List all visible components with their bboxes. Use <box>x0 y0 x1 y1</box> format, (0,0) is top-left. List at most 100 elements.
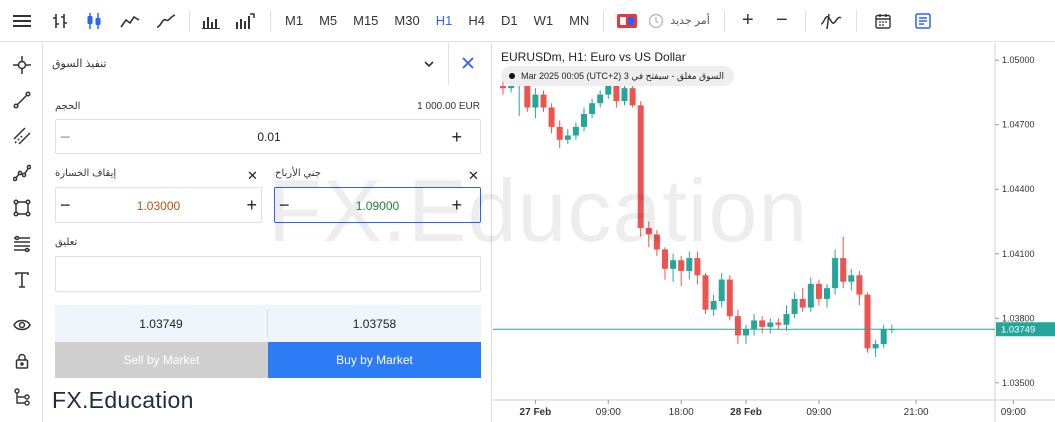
candle-body <box>629 88 636 106</box>
candle-body <box>799 298 806 308</box>
market-status-badge: السوق مغلق - سيفتح في 3 Mar 2025 00:05 (… <box>501 66 735 86</box>
hamburger-icon <box>12 14 31 27</box>
wave-line-icon <box>156 13 176 28</box>
candle-body <box>775 322 782 325</box>
candle-body <box>759 320 766 327</box>
candle-body <box>848 275 855 282</box>
candle-body <box>832 258 839 289</box>
volume-input[interactable]: 0.01 <box>206 130 332 144</box>
trend-line-tool[interactable] <box>0 87 43 113</box>
candle-body <box>662 249 668 269</box>
order-panel-icon <box>915 12 931 29</box>
candle-body <box>621 88 628 102</box>
polyline-icon <box>12 164 31 182</box>
timeframe-h4[interactable]: H4 <box>460 0 493 42</box>
order-panel: تنفيذ السوق الحجم 1 000.00 EUR − 0.01 + … <box>44 43 492 422</box>
take-profit-remove-button[interactable]: ✕ <box>468 167 479 185</box>
indicator-bars-icon <box>236 12 255 29</box>
line-chart-type-button[interactable] <box>111 0 149 42</box>
ask-price: 1.03758 <box>268 305 481 342</box>
volume-increase-button[interactable]: + <box>451 128 462 146</box>
rectangle-tool[interactable] <box>0 195 43 221</box>
candle-body <box>880 329 887 345</box>
close-panel-button[interactable] <box>461 56 477 72</box>
stop-loss-input[interactable]: 1.03000 <box>111 199 206 213</box>
fibonacci-tool[interactable] <box>0 231 43 257</box>
eye-icon <box>12 319 31 331</box>
chart-canvas[interactable]: 1.03500 1.03800 1.04100 1.04400 1.04700 1.050… <box>493 43 1055 422</box>
candle-chart-type-button[interactable] <box>77 0 111 42</box>
crosshair-tool[interactable] <box>0 52 43 78</box>
indicator-list-button[interactable] <box>812 0 850 42</box>
calendar-button[interactable] <box>863 0 903 42</box>
take-profit-field: − 1.09000 + <box>274 187 481 223</box>
candle-body <box>645 227 652 235</box>
time-tick-label: 09:00 <box>596 407 621 418</box>
header-divider <box>448 43 449 85</box>
time-tick-label: 18:00 <box>669 407 694 418</box>
objects-tree-button[interactable] <box>0 384 43 410</box>
candle-body <box>686 258 693 271</box>
candle-body <box>613 83 620 102</box>
symbol-title: EURUSDm, H1: Euro vs US Dollar <box>501 50 686 64</box>
candle-body <box>556 126 563 140</box>
lock-drawings-toggle[interactable] <box>0 348 43 374</box>
candle-body <box>597 94 604 104</box>
candle-body <box>548 107 555 127</box>
candle-body <box>500 86 506 89</box>
stop-loss-increase-button[interactable]: + <box>246 196 257 214</box>
volume-value-text: 1 000.00 EUR <box>417 101 480 112</box>
take-profit-decrease-button[interactable]: − <box>279 196 290 214</box>
zoom-in-button[interactable]: + <box>731 0 765 42</box>
stop-loss-remove-button[interactable]: ✕ <box>247 167 258 185</box>
new-order-button[interactable]: أمر جديد <box>644 0 717 42</box>
volume-decrease-button[interactable]: − <box>60 128 71 146</box>
candle-body <box>670 260 677 269</box>
market-status-text: السوق مغلق - سيفتح في 3 Mar 2025 00:05 (… <box>521 70 725 81</box>
candle-body <box>734 316 741 336</box>
timeframe-h1[interactable]: H1 <box>428 0 461 42</box>
timeframe-m5[interactable]: M5 <box>311 0 345 42</box>
timeframe-w1[interactable]: W1 <box>526 0 562 42</box>
timeframe-mn[interactable]: MN <box>561 0 597 42</box>
candle-body <box>872 344 879 349</box>
indicators-button[interactable] <box>226 0 264 42</box>
candle-body <box>524 83 531 108</box>
polyline-tool[interactable] <box>0 160 43 186</box>
take-profit-input[interactable]: 1.09000 <box>330 199 425 213</box>
volume-field: − 0.01 + <box>55 119 481 154</box>
price-tick-label: 1.05000 <box>1002 55 1035 65</box>
visibility-toggle[interactable] <box>0 312 43 338</box>
menu-button[interactable] <box>0 0 43 42</box>
timeframe-m1[interactable]: M1 <box>277 0 311 42</box>
timeframe-d1[interactable]: D1 <box>493 0 526 42</box>
indicator-wave-icon <box>820 13 842 29</box>
price-tick-label: 1.04400 <box>1002 184 1035 194</box>
time-tick-label: 09:00 <box>1001 407 1026 418</box>
trade-panel-toggle[interactable] <box>903 0 943 42</box>
price-chart[interactable]: 1.03500 1.03800 1.04100 1.04400 1.04700 1.050… <box>493 43 1055 422</box>
line-chart-icon <box>120 15 140 27</box>
channel-tool[interactable] <box>0 123 43 149</box>
candle-body <box>589 103 596 114</box>
bar-chart-type-button[interactable] <box>43 0 77 42</box>
stop-loss-field: − 1.03000 + <box>55 187 262 223</box>
timeframe-m30[interactable]: M30 <box>386 0 427 42</box>
text-tool[interactable] <box>0 267 43 293</box>
execution-type-dropdown[interactable] <box>422 57 438 73</box>
price-tick-label: 1.03500 <box>1002 378 1035 388</box>
volume-button[interactable] <box>196 0 226 42</box>
zoom-out-button[interactable]: − <box>765 0 799 42</box>
take-profit-increase-button[interactable]: + <box>451 196 462 214</box>
stop-loss-decrease-button[interactable]: − <box>60 196 71 214</box>
one-click-trading-button[interactable] <box>610 0 644 42</box>
candle-body <box>791 298 798 314</box>
comment-input[interactable] <box>55 256 481 292</box>
buy-by-market-button[interactable]: Buy by Market <box>268 342 481 378</box>
toolbar-separator <box>603 9 605 32</box>
sell-by-market-button[interactable]: Sell by Market <box>55 342 268 378</box>
area-chart-type-button[interactable] <box>149 0 183 42</box>
chevron-down-icon <box>424 61 434 68</box>
timeframe-m15[interactable]: M15 <box>345 0 386 42</box>
execution-type-label: تنفيذ السوق <box>52 58 107 70</box>
